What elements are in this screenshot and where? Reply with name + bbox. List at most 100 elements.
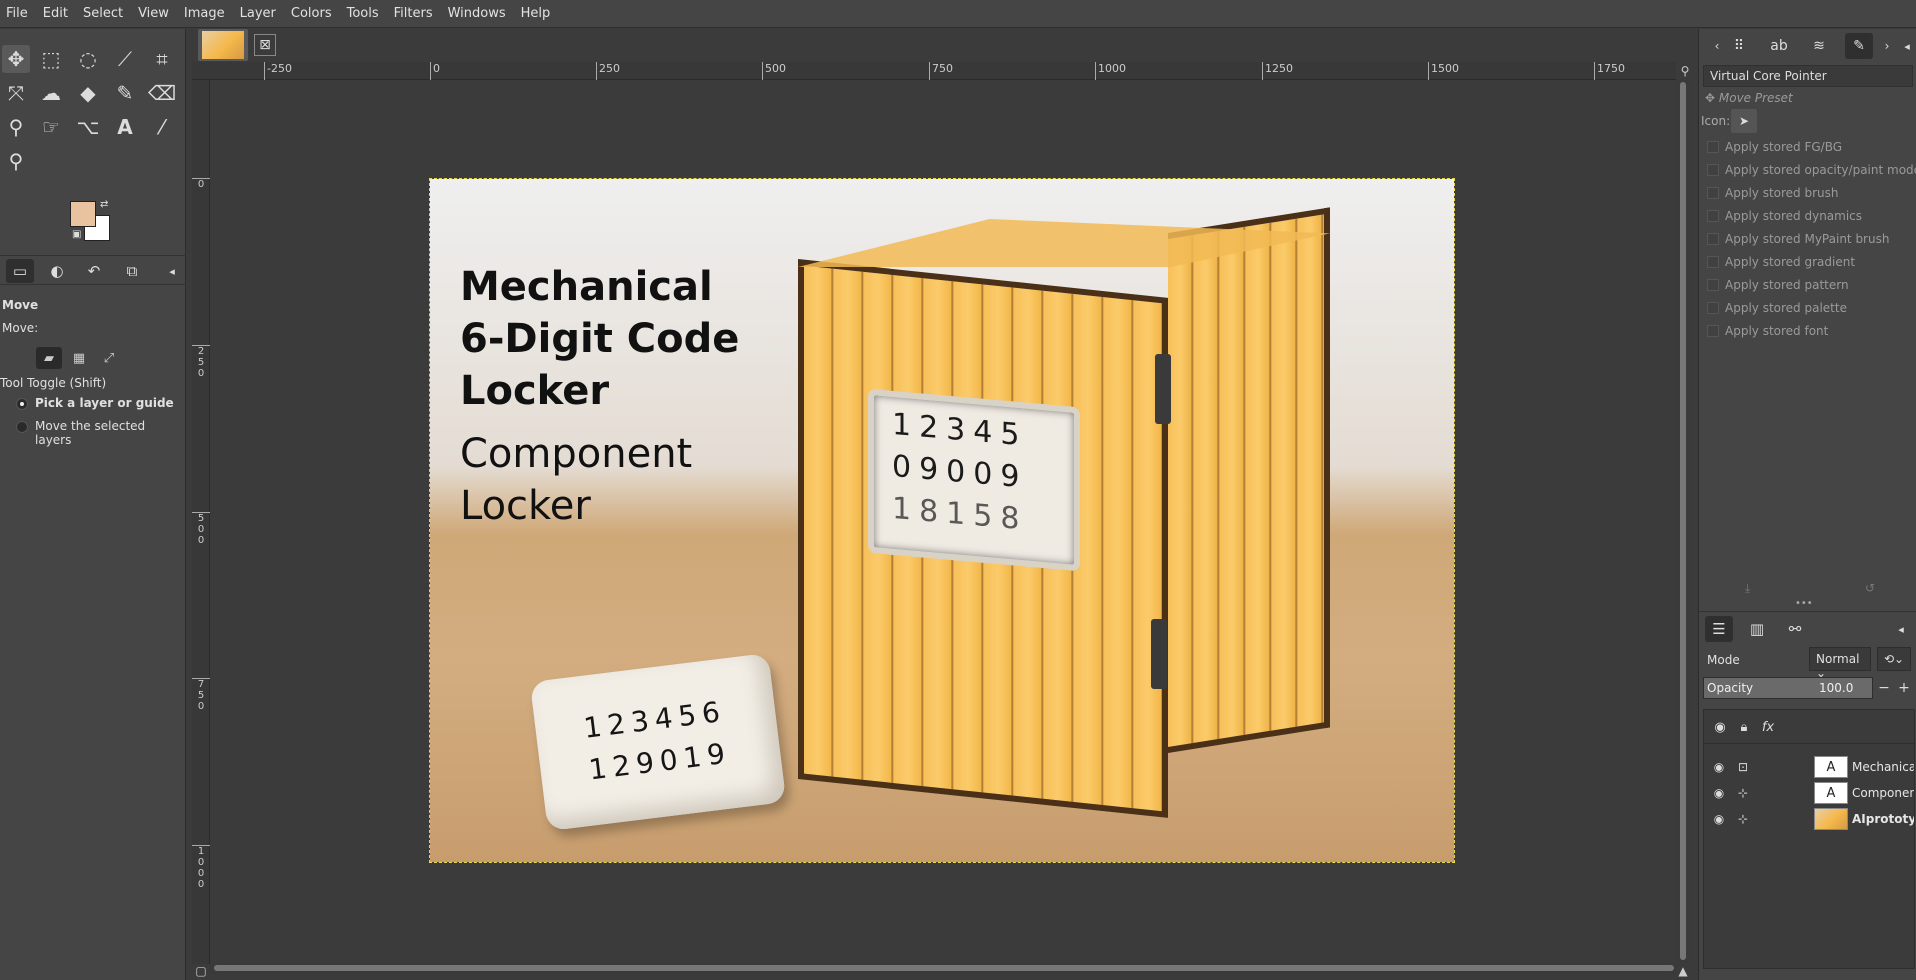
- option-apply-brush[interactable]: Apply stored brush: [1725, 186, 1839, 200]
- mode-select[interactable]: Normal ⌄: [1809, 647, 1871, 680]
- layers-menu-icon[interactable]: ◂: [1887, 616, 1915, 642]
- checkbox[interactable]: [1707, 279, 1719, 291]
- zoom-icon[interactable]: ⚲: [2, 147, 30, 175]
- move-path-icon[interactable]: ⤢: [96, 347, 122, 369]
- device-select[interactable]: Virtual Core Pointer: [1703, 65, 1913, 87]
- eraser-icon[interactable]: ⌫: [148, 79, 176, 107]
- link-icon[interactable]: ⊹: [1734, 810, 1752, 828]
- menu-help[interactable]: Help: [521, 6, 551, 21]
- option-apply-fgbg[interactable]: Apply stored FG/BG: [1725, 140, 1842, 154]
- option-apply-palette[interactable]: Apply stored palette: [1725, 301, 1847, 315]
- move-selection-icon[interactable]: ▦: [66, 347, 92, 369]
- checkbox[interactable]: [1707, 233, 1719, 245]
- opacity-plus-icon[interactable]: +: [1895, 677, 1913, 699]
- option-pick-layer[interactable]: Pick a layer or guide: [35, 396, 174, 410]
- warp-icon[interactable]: ☁: [37, 79, 65, 107]
- image-canvas[interactable]: 12345 09009 18158 123456 129019 Mechanic…: [429, 178, 1455, 863]
- option-apply-pattern[interactable]: Apply stored pattern: [1725, 278, 1849, 292]
- pane-grip-icon[interactable]: •••: [1795, 598, 1813, 609]
- rect-select-icon[interactable]: ⬚: [37, 45, 65, 73]
- visibility-header-icon[interactable]: ◉: [1710, 718, 1730, 736]
- checkbox[interactable]: [1707, 210, 1719, 222]
- layer-row[interactable]: ◉ ⊹ AIprototype: [1704, 806, 1914, 832]
- layer-row[interactable]: ◉ ⊡ A Mechanical: [1704, 754, 1914, 780]
- checkbox[interactable]: [1707, 325, 1719, 337]
- radio-move-selected[interactable]: [16, 421, 28, 433]
- zoom-image-icon[interactable]: ⚲: [1676, 62, 1694, 80]
- reset-device-icon[interactable]: ↺: [1865, 581, 1875, 595]
- navigate-icon[interactable]: ▢: [192, 962, 210, 980]
- eye-icon[interactable]: ◉: [1710, 784, 1728, 802]
- bucket-fill-icon[interactable]: ◆: [74, 79, 102, 107]
- document-history-tab-icon[interactable]: ≋: [1805, 33, 1833, 59]
- pattern-tab-icon[interactable]: ⠿: [1725, 33, 1753, 59]
- tool-options-tab-icon[interactable]: ▭: [6, 259, 34, 283]
- scroll-thumb[interactable]: [214, 965, 1674, 971]
- fonts-tab-icon[interactable]: ab: [1765, 33, 1793, 59]
- configure-tab-icon[interactable]: ◂: [158, 259, 186, 283]
- checkbox[interactable]: [1707, 187, 1719, 199]
- menu-edit[interactable]: Edit: [43, 6, 68, 21]
- eye-icon[interactable]: ◉: [1710, 758, 1728, 776]
- lock-header-icon[interactable]: 🔒︎: [1734, 718, 1754, 736]
- option-move-selected[interactable]: Move the selected layers: [35, 419, 185, 447]
- checkbox[interactable]: [1707, 164, 1719, 176]
- option-apply-mypaint[interactable]: Apply stored MyPaint brush: [1725, 232, 1889, 246]
- smudge-icon[interactable]: ☞: [37, 113, 65, 141]
- dock-menu-icon[interactable]: ◂: [1893, 33, 1916, 59]
- device-status-tab-icon[interactable]: ◐: [43, 259, 71, 283]
- menu-view[interactable]: View: [138, 6, 169, 21]
- color-picker-icon[interactable]: ⁄: [148, 113, 176, 141]
- opacity-minus-icon[interactable]: −: [1875, 677, 1893, 699]
- paths-tab-icon[interactable]: ⚯: [1781, 616, 1809, 642]
- cursor-icon[interactable]: ➤: [1731, 109, 1757, 133]
- vertical-ruler[interactable]: 0 2 5 0 5 0 0 7 5 0 1 0 0 0: [192, 80, 210, 964]
- clone-icon[interactable]: ⚲: [2, 113, 30, 141]
- save-device-icon[interactable]: ⤓: [1745, 581, 1750, 596]
- paths-icon[interactable]: ⌥: [74, 113, 102, 141]
- lasso-icon[interactable]: ◌: [74, 45, 102, 73]
- foreground-color-swatch[interactable]: [70, 201, 96, 227]
- image-tab-thumbnail[interactable]: [202, 31, 244, 59]
- layer-name[interactable]: Component: [1852, 786, 1914, 800]
- option-apply-gradient[interactable]: Apply stored gradient: [1725, 255, 1855, 269]
- layer-row[interactable]: ◉ ⊹ A Component: [1704, 780, 1914, 806]
- menu-tools[interactable]: Tools: [347, 6, 379, 21]
- option-apply-font[interactable]: Apply stored font: [1725, 324, 1828, 338]
- effects-header-icon[interactable]: fx: [1758, 718, 1778, 736]
- composite-mode-icon[interactable]: ⟲⌄: [1877, 647, 1911, 671]
- menu-file[interactable]: File: [6, 6, 28, 21]
- checkbox[interactable]: [1707, 256, 1719, 268]
- undo-history-tab-icon[interactable]: ↶: [80, 259, 108, 283]
- scroll-thumb[interactable]: [1680, 82, 1686, 960]
- vertical-scrollbar[interactable]: [1676, 80, 1690, 962]
- menu-layer[interactable]: Layer: [240, 6, 276, 21]
- layer-name[interactable]: AIprototype: [1852, 812, 1914, 826]
- fuzzy-select-icon[interactable]: ⟋: [111, 45, 139, 73]
- menu-select[interactable]: Select: [83, 6, 123, 21]
- text-icon[interactable]: A: [111, 113, 139, 141]
- layers-tab-icon[interactable]: ☰: [1705, 616, 1733, 642]
- eye-icon[interactable]: ◉: [1710, 810, 1728, 828]
- images-tab-icon[interactable]: ⧉: [118, 259, 146, 283]
- crop-icon[interactable]: ⌗: [148, 45, 176, 73]
- menu-image[interactable]: Image: [184, 6, 225, 21]
- swap-colors-icon[interactable]: ⇄: [100, 199, 108, 210]
- channels-tab-icon[interactable]: ▥: [1743, 616, 1771, 642]
- transform-icon[interactable]: ⤧: [2, 79, 30, 107]
- option-apply-dynamics[interactable]: Apply stored dynamics: [1725, 209, 1862, 223]
- navigation-arrow-icon[interactable]: ▲: [1676, 962, 1690, 980]
- menu-filters[interactable]: Filters: [394, 6, 433, 21]
- horizontal-scrollbar[interactable]: [210, 962, 1676, 974]
- device-status-icon[interactable]: ✎: [1845, 33, 1873, 59]
- menu-windows[interactable]: Windows: [448, 6, 506, 21]
- checkbox[interactable]: [1707, 302, 1719, 314]
- layer-name[interactable]: Mechanical: [1852, 760, 1914, 774]
- move-icon[interactable]: ✥: [2, 45, 30, 73]
- link-icon[interactable]: ⊹: [1734, 784, 1752, 802]
- move-layer-icon[interactable]: ▰: [36, 347, 62, 369]
- lock-icon[interactable]: ⊡: [1734, 758, 1752, 776]
- menu-colors[interactable]: Colors: [291, 6, 332, 21]
- checkbox[interactable]: [1707, 141, 1719, 153]
- radio-pick-layer[interactable]: [16, 398, 28, 410]
